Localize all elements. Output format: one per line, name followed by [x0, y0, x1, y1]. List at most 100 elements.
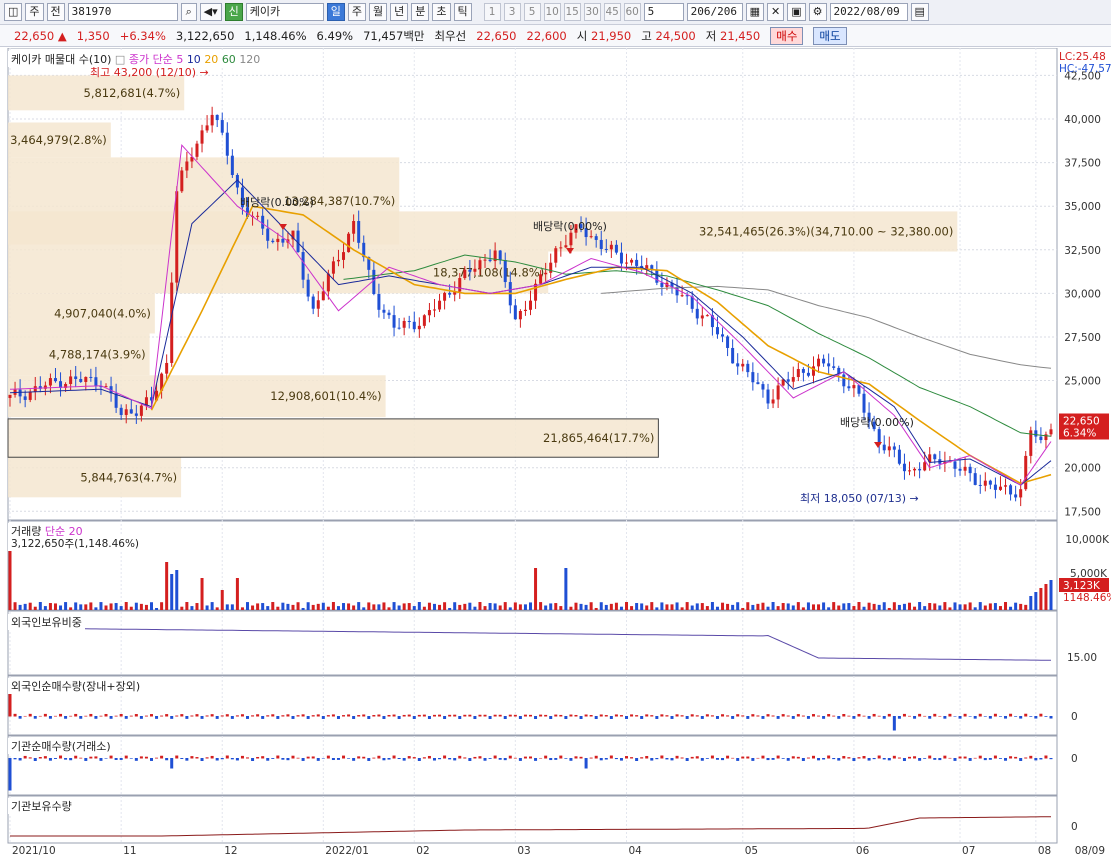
- candle-body: [766, 389, 770, 404]
- foreign-net-bar: [695, 715, 699, 717]
- candle-body: [569, 232, 573, 246]
- foreign-net-bar: [246, 716, 250, 719]
- count-select[interactable]: 5: [643, 3, 684, 21]
- foreign-net-bar: [953, 716, 957, 717]
- candle-body: [382, 309, 386, 313]
- mode-select[interactable]: 주: [25, 3, 44, 21]
- period-month[interactable]: 월: [369, 3, 388, 21]
- interval-45[interactable]: 45: [603, 3, 621, 21]
- candle-body: [756, 382, 760, 385]
- foreign-net-bar: [508, 714, 512, 717]
- interval-15[interactable]: 15: [563, 3, 581, 21]
- volume-bar: [857, 602, 861, 610]
- period-tick[interactable]: 틱: [453, 3, 472, 21]
- stock-chart[interactable]: 42,50040,00037,50035,00032,50030,00027,5…: [0, 47, 1111, 857]
- volume-bar: [943, 602, 947, 610]
- inst-net-bar: [811, 755, 815, 759]
- prev-button[interactable]: 전: [46, 3, 65, 21]
- volume-bar: [508, 607, 512, 610]
- candle-body: [892, 446, 896, 450]
- foreign-net-bar: [619, 715, 623, 717]
- volume-bar: [786, 603, 790, 610]
- window-menu-icon[interactable]: ◫: [4, 3, 23, 21]
- foreign-net-bar: [680, 715, 684, 717]
- inst-net-bar: [1019, 758, 1023, 761]
- interval-60[interactable]: 60: [623, 3, 641, 21]
- x-tick-label: 11: [123, 845, 136, 857]
- inst-net-bar: [660, 755, 664, 759]
- foreign-net-bar: [352, 716, 356, 719]
- code-input[interactable]: 381970: [67, 3, 178, 21]
- volume-bar: [372, 604, 376, 610]
- period-year[interactable]: 년: [390, 3, 409, 21]
- candle-body: [281, 238, 285, 243]
- candle-body: [180, 170, 184, 192]
- inst-net-bar: [109, 755, 113, 759]
- volume-bar: [412, 606, 416, 610]
- period-second[interactable]: 초: [432, 3, 451, 21]
- volume-badge-text: 3,123K: [1063, 580, 1101, 592]
- foreign-net-bar: [478, 714, 482, 717]
- foreign-net-bar: [215, 716, 219, 719]
- inst-net-bar: [726, 755, 730, 759]
- y-tick-label: 30,000: [1064, 288, 1101, 300]
- chart-area[interactable]: 42,500 40,000 37,500 35,000 32,500 30,000 27,5…: [0, 47, 1111, 857]
- settings-gear-icon[interactable]: ⚙: [808, 3, 827, 21]
- interval-10[interactable]: 10: [543, 3, 561, 21]
- interval-3[interactable]: 3: [503, 3, 521, 21]
- volume-bar: [554, 603, 558, 610]
- save-icon[interactable]: ▣: [787, 3, 806, 21]
- interval-30[interactable]: 30: [583, 3, 601, 21]
- volume-bar: [352, 605, 356, 610]
- inst-net-bar: [559, 755, 563, 759]
- candle-body: [705, 315, 709, 317]
- foreign-net-bar: [655, 716, 659, 719]
- volume-bar: [806, 602, 810, 610]
- search-icon[interactable]: ⌕: [180, 3, 197, 21]
- interval-1[interactable]: 1: [483, 3, 501, 21]
- volume-bar: [998, 606, 1002, 610]
- new-badge: 신: [224, 3, 243, 21]
- period-week[interactable]: 주: [347, 3, 367, 21]
- period-minute[interactable]: 분: [411, 3, 430, 21]
- candle-body: [968, 466, 972, 474]
- grid-icon[interactable]: ▦: [745, 3, 765, 21]
- foreign-net-bar: [665, 715, 669, 717]
- foreign-net-bar: [53, 715, 57, 717]
- candle-body: [427, 310, 431, 316]
- inst-net-bar: [230, 758, 234, 760]
- foreign-net-bar: [438, 714, 442, 717]
- period-day[interactable]: 일: [326, 3, 345, 21]
- inst-net-bar: [251, 758, 255, 761]
- volume-bar: [827, 607, 831, 610]
- volume-bar: [751, 604, 755, 610]
- foreign-net-bar: [160, 715, 164, 717]
- crosshair-icon[interactable]: ✕: [767, 3, 785, 21]
- sell-button[interactable]: 매도: [813, 26, 847, 45]
- candle-body: [599, 239, 603, 249]
- volume-bar: [625, 602, 629, 610]
- candle-body: [1014, 494, 1018, 498]
- foreign-net-bar: [523, 714, 527, 717]
- foreign-net-bar: [326, 715, 330, 717]
- candle-body: [680, 295, 684, 297]
- candle-body: [776, 385, 780, 400]
- date-input[interactable]: 2022/08/09: [829, 3, 908, 21]
- candle-body: [448, 292, 452, 295]
- buy-button[interactable]: 매수: [770, 26, 804, 45]
- inst-net-bar: [953, 758, 957, 761]
- inst-net-bar: [402, 758, 406, 761]
- sound-icon[interactable]: ◀▾: [199, 3, 222, 21]
- candle-body: [614, 244, 618, 253]
- candle-body: [53, 378, 57, 382]
- y-tick-label: 37,500: [1064, 158, 1101, 170]
- interval-5[interactable]: 5: [523, 3, 541, 21]
- foreign-net-bar: [604, 715, 608, 717]
- candle-body: [119, 407, 123, 415]
- price-change-pct: +6.34%: [119, 28, 166, 43]
- volume-bar: [574, 602, 578, 610]
- inst-net-bar: [377, 755, 381, 759]
- volume-bar: [453, 602, 457, 610]
- calendar-icon[interactable]: ▤: [910, 3, 929, 21]
- candle-body: [89, 376, 93, 378]
